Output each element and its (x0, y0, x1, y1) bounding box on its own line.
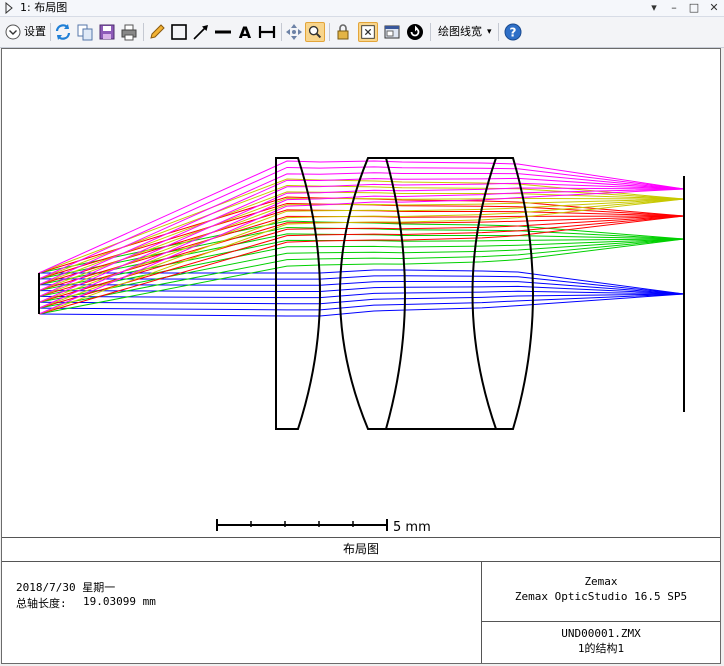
print-icon[interactable] (119, 22, 139, 42)
layout-viewer: 5 mm 布局图 2018/7/30 星期一 总轴长度: 19.03099 mm… (1, 48, 721, 664)
axial-length-value: 19.03099 mm (83, 595, 156, 608)
toolbar-separator (430, 23, 431, 41)
window-icon[interactable] (382, 22, 402, 42)
ray-field-1 (38, 293, 685, 311)
toolbar-separator (329, 23, 330, 41)
toolbar-separator (281, 23, 282, 41)
ray-bundles (38, 160, 685, 317)
linewidth-dropdown[interactable]: 绘图线宽 (438, 17, 482, 47)
settings-chevron-icon[interactable] (3, 22, 23, 42)
line-icon[interactable] (213, 22, 233, 42)
layout-plot[interactable]: 5 mm (2, 49, 720, 537)
fit-icon[interactable] (358, 22, 378, 42)
zoom-icon[interactable] (305, 22, 325, 42)
collapse-arrow-icon[interactable] (3, 2, 15, 14)
chevron-down-icon[interactable]: ▾ (487, 17, 492, 47)
dimension-icon[interactable] (257, 22, 277, 42)
minimize-icon[interactable]: – (664, 0, 684, 16)
svg-text:?: ? (510, 26, 517, 40)
copy-icon[interactable] (75, 22, 95, 42)
axial-length-label: 总轴长度: (16, 597, 67, 610)
date-text: 2018/7/30 星期一 (16, 581, 116, 594)
settings-button[interactable]: 设置 (24, 17, 46, 47)
configuration-name: 1的结构1 (577, 642, 625, 655)
pencil-icon[interactable] (147, 22, 167, 42)
svg-text:A: A (239, 23, 252, 42)
plot-title: 布局图 (2, 537, 720, 562)
save-icon[interactable] (97, 22, 117, 42)
lock-icon[interactable] (333, 22, 353, 42)
info-panel-left: 2018/7/30 星期一 总轴长度: 19.03099 mm (2, 561, 482, 663)
pan-icon[interactable] (284, 22, 304, 42)
refresh-icon[interactable] (53, 22, 73, 42)
scale-label: 5 mm (393, 520, 431, 535)
info-panel-company: Zemax Zemax OpticStudio 16.5 SP5 (482, 561, 720, 622)
info-panel-file: UND00001.ZMX 1的结构1 (482, 622, 720, 663)
toolbar: 设置 A 绘图线宽 ▾ ? (0, 17, 724, 48)
toolbar-separator (143, 23, 144, 41)
window-titlebar: 1: 布局图 ▾ – □ ✕ (0, 0, 724, 17)
rectangle-icon[interactable] (169, 22, 189, 42)
text-icon[interactable]: A (235, 22, 255, 42)
toolbar-separator (498, 23, 499, 41)
toolbar-separator (50, 23, 51, 41)
maximize-icon[interactable]: □ (684, 0, 704, 16)
product-name: Zemax OpticStudio 16.5 SP5 (514, 590, 688, 603)
help-icon[interactable]: ? (503, 22, 523, 42)
arrow-icon[interactable] (191, 22, 211, 42)
close-icon[interactable]: ✕ (704, 0, 724, 16)
rotate-icon[interactable] (405, 22, 425, 42)
company-name: Zemax (584, 575, 618, 588)
scale-bar (216, 519, 388, 531)
ray-field-1 (38, 290, 685, 299)
dropdown-icon[interactable]: ▾ (644, 0, 664, 16)
window-title: 1: 布局图 (20, 1, 68, 14)
file-name: UND00001.ZMX (561, 627, 641, 640)
